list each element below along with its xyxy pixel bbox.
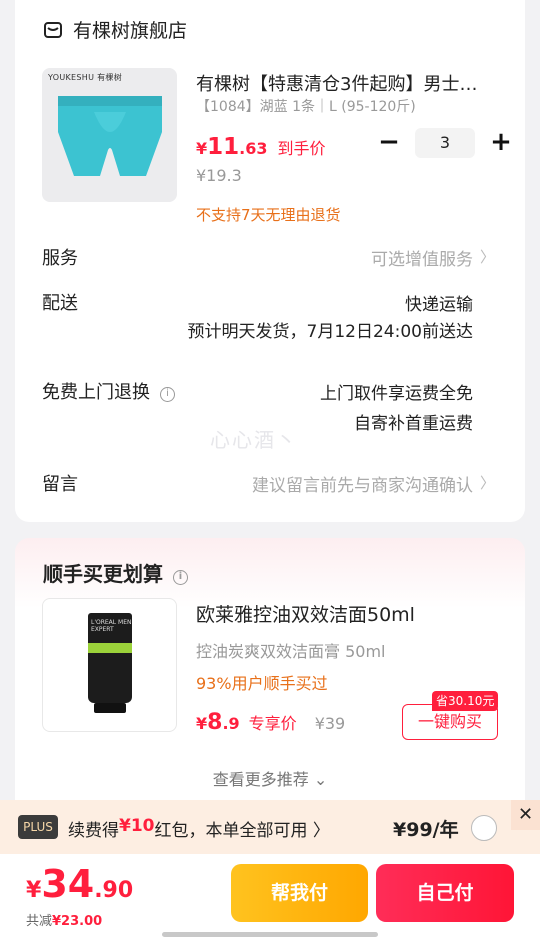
product-price: ¥ 11 .63 到手价 bbox=[196, 134, 326, 160]
discount-label: 共减 bbox=[26, 914, 53, 929]
message-input[interactable]: 建议留言前先与商家沟通确认 bbox=[252, 471, 473, 496]
rec-price-currency: ¥ bbox=[196, 714, 208, 733]
return-line-2: 自寄补首重运费 bbox=[354, 414, 473, 434]
recommend-price: ¥ 8 .9 专享价 ¥39 bbox=[196, 710, 345, 735]
recommend-card: 顺手买更划算 i L'OREAL MEN EXPERT 欧莱雅控油双效洁面50ml… bbox=[15, 538, 525, 828]
plus-badge: PLUS bbox=[18, 815, 58, 839]
cleanser-tube-image: L'OREAL MEN EXPERT bbox=[88, 613, 132, 703]
product-brand-label: YOUKESHU 有棵树 bbox=[48, 73, 122, 82]
return-notice: 不支持7天无理由退货 bbox=[196, 206, 341, 224]
recommend-title: 顺手买更划算 i bbox=[43, 558, 188, 587]
total-integer: 34 bbox=[41, 862, 95, 906]
store-icon bbox=[44, 21, 62, 38]
total-discount: 共减¥23.00 bbox=[26, 910, 102, 929]
home-indicator[interactable] bbox=[162, 932, 378, 937]
promo-text-b: 红包，本单全部可用 〉 bbox=[154, 821, 330, 841]
info-icon[interactable]: i bbox=[160, 387, 175, 402]
increment-button[interactable]: + bbox=[489, 128, 513, 158]
recommend-product-name[interactable]: 欧莱雅控油双效洁面50ml bbox=[196, 600, 415, 627]
delivery-method[interactable]: 快递运输 bbox=[405, 290, 473, 315]
watermark-text: 心心酒丶 bbox=[210, 428, 298, 452]
message-label: 留言 bbox=[42, 474, 78, 495]
recommend-product-image[interactable]: L'OREAL MEN EXPERT bbox=[42, 598, 177, 732]
close-icon[interactable]: ✕ bbox=[511, 800, 540, 830]
product-spec[interactable]: 【1084】湖蓝 1条｜L (95-120斤) bbox=[196, 96, 416, 116]
tube-logo: L'OREAL MEN EXPERT bbox=[91, 619, 132, 633]
service-chevron-icon[interactable]: 〉 bbox=[480, 246, 495, 267]
help-pay-button[interactable]: 帮我付 bbox=[231, 864, 368, 922]
free-return-text: 免费上门退换 bbox=[42, 382, 150, 403]
price-integer: 11 bbox=[207, 134, 240, 160]
product-title[interactable]: 有棵树【特惠清仓3件起购】男士… bbox=[196, 70, 491, 96]
promo-text-a: 续费得 bbox=[68, 821, 119, 841]
service-option[interactable]: 可选增值服务 bbox=[371, 245, 473, 270]
plus-price: ¥99/年 bbox=[393, 819, 459, 841]
info-icon[interactable]: i bbox=[173, 570, 188, 585]
quantity-input[interactable]: 3 bbox=[415, 128, 475, 158]
product-image[interactable]: YOUKESHU 有棵树 bbox=[42, 68, 177, 202]
recommend-product-desc: 控油炭爽双效洁面膏 50ml bbox=[196, 642, 386, 661]
message-chevron-icon[interactable]: 〉 bbox=[480, 472, 495, 493]
see-more-link[interactable]: 查看更多推荐 ⌄ bbox=[15, 766, 525, 790]
rec-old-price: ¥39 bbox=[314, 714, 346, 733]
underwear-image bbox=[58, 96, 162, 176]
store-name: 有棵树旗舰店 bbox=[73, 20, 188, 42]
decrement-button[interactable]: − bbox=[377, 128, 401, 158]
total-price: ¥ 34 .90 bbox=[26, 862, 133, 906]
total-currency: ¥ bbox=[26, 878, 42, 903]
order-card: 有棵树旗舰店 YOUKESHU 有棵树 有棵树【特惠清仓3件起购】男士… 【10… bbox=[15, 0, 525, 522]
recommend-title-text: 顺手买更划算 bbox=[43, 562, 163, 586]
total-decimal: .90 bbox=[94, 878, 134, 903]
promo-text-red: ¥10 bbox=[119, 816, 155, 836]
rec-price-decimal: .9 bbox=[222, 714, 240, 733]
price-decimal: .63 bbox=[239, 139, 268, 158]
rec-price-tag: 专享价 bbox=[248, 714, 297, 733]
promo-text[interactable]: 续费得 ¥10 红包，本单全部可用 〉 bbox=[68, 816, 330, 841]
recommend-bought-stat: 93%用户顺手买过 bbox=[196, 674, 328, 693]
discount-amount: ¥23.00 bbox=[52, 914, 103, 929]
checkout-bar: ¥ 34 .90 共减¥23.00 帮我付 自己付 bbox=[0, 854, 540, 939]
rec-price-integer: 8 bbox=[207, 710, 223, 735]
service-label: 服务 bbox=[42, 248, 78, 269]
plus-promo-bar: PLUS 续费得 ¥10 红包，本单全部可用 〉 ¥99/年 ✕ bbox=[0, 800, 540, 854]
original-price: ¥19.3 bbox=[196, 166, 242, 185]
plus-checkbox[interactable] bbox=[471, 815, 497, 841]
delivery-eta: 预计明天发货，7月12日24:00前送达 bbox=[187, 322, 473, 342]
return-line-1: 上门取件享运费全免 bbox=[320, 384, 473, 404]
free-return-label: 免费上门退换 i bbox=[42, 378, 175, 404]
price-tag: 到手价 bbox=[277, 139, 326, 158]
save-badge: 省30.10元 bbox=[432, 691, 499, 711]
quantity-stepper: − 3 + bbox=[377, 128, 513, 158]
delivery-label: 配送 bbox=[42, 293, 78, 314]
store-header[interactable]: 有棵树旗舰店 bbox=[43, 16, 187, 43]
self-pay-button[interactable]: 自己付 bbox=[376, 864, 514, 922]
price-currency: ¥ bbox=[196, 139, 208, 158]
